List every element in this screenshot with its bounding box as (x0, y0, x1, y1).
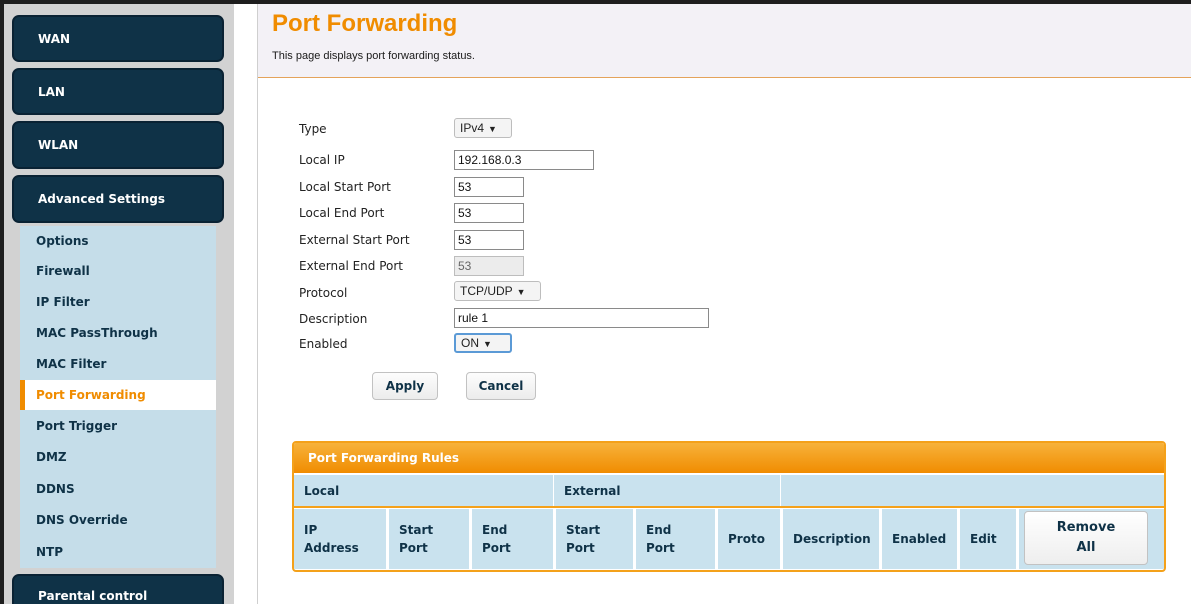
caret-down-icon: ▼ (488, 124, 497, 134)
column-enabled: Enabled (882, 509, 957, 569)
column-local-start-port: Start Port (389, 509, 469, 569)
column-external-end-port: End Port (636, 509, 715, 569)
local-ip-input[interactable]: 192.168.0.3 (454, 150, 594, 170)
local-end-port-input[interactable]: 53 (454, 203, 524, 223)
sidebar-item-mac-filter[interactable]: MAC Filter (20, 349, 216, 379)
nav-parental-control-button[interactable]: Parental control (12, 574, 224, 604)
content-divider (257, 4, 258, 604)
local-group-header: Local (294, 475, 553, 506)
column-ip-address-line1: IP (304, 523, 318, 537)
remove-all-button[interactable]: Remove All (1024, 511, 1148, 565)
local-start-port-input[interactable]: 53 (454, 177, 524, 197)
local-end-port-label: Local End Port (299, 206, 385, 220)
nav-wan-button[interactable]: WAN (12, 15, 224, 62)
enabled-label: Enabled (299, 337, 348, 351)
apply-button[interactable]: Apply (372, 372, 438, 400)
protocol-label: Protocol (299, 286, 348, 300)
column-ext-start-line2: Port (566, 541, 595, 555)
remove-all-line1: Remove (1056, 520, 1116, 535)
column-ip-address-line2: Address (304, 541, 359, 555)
column-local-end-line2: Port (482, 541, 511, 555)
sidebar-item-ntp[interactable]: NTP (20, 537, 216, 567)
column-local-start-line1: Start (399, 523, 434, 537)
advanced-settings-submenu: Options Firewall IP Filter MAC PassThrou… (20, 226, 216, 568)
page-description: This page displays port forwarding statu… (272, 50, 475, 62)
column-external-start-port: Start Port (556, 509, 633, 569)
type-value: IPv4 (460, 121, 485, 135)
column-ip-address: IP Address (294, 509, 386, 569)
external-start-port-label: External Start Port (299, 233, 410, 247)
sidebar-item-dmz[interactable]: DMZ (20, 442, 216, 472)
column-description: Description (783, 509, 879, 569)
other-group-header (781, 475, 1164, 506)
external-group-header: External (554, 475, 780, 506)
type-select[interactable]: IPv4 ▼ (454, 118, 512, 138)
cancel-button[interactable]: Cancel (466, 372, 536, 400)
sidebar-item-firewall[interactable]: Firewall (20, 256, 216, 286)
column-local-end-port: End Port (472, 509, 553, 569)
nav-lan-button[interactable]: LAN (12, 68, 224, 115)
port-forwarding-rules-table: Port Forwarding Rules Local External IP A… (292, 441, 1166, 572)
local-start-port-label: Local Start Port (299, 180, 391, 194)
description-label: Description (299, 312, 368, 326)
remove-all-line2: All (1076, 540, 1096, 555)
sidebar-item-mac-passthrough[interactable]: MAC PassThrough (20, 318, 216, 348)
sidebar: WAN LAN WLAN Advanced Settings Options F… (4, 4, 234, 604)
column-ext-end-line1: End (646, 523, 672, 537)
nav-advanced-settings-button[interactable]: Advanced Settings (12, 175, 224, 223)
caret-down-icon: ▼ (483, 339, 492, 349)
column-local-start-line2: Port (399, 541, 428, 555)
header-divider (258, 77, 1191, 78)
external-end-port-input: 53 (454, 256, 524, 276)
column-proto: Proto (718, 509, 780, 569)
column-ext-start-line1: Start (566, 523, 601, 537)
nav-wlan-button[interactable]: WLAN (12, 121, 224, 169)
external-end-port-label: External End Port (299, 259, 404, 273)
rules-table-title: Port Forwarding Rules (294, 443, 1164, 473)
sidebar-item-ddns[interactable]: DDNS (20, 474, 216, 504)
sidebar-item-ip-filter[interactable]: IP Filter (20, 287, 216, 317)
page-header: Port Forwarding This page displays port … (258, 4, 1191, 77)
protocol-value: TCP/UDP (460, 284, 513, 298)
column-ext-end-line2: Port (646, 541, 675, 555)
page-title: Port Forwarding (272, 10, 458, 37)
sidebar-item-dns-override[interactable]: DNS Override (20, 505, 216, 535)
protocol-select[interactable]: TCP/UDP ▼ (454, 281, 541, 301)
enabled-select[interactable]: ON ▼ (454, 333, 512, 353)
description-input[interactable]: rule 1 (454, 308, 709, 328)
enabled-value: ON (461, 336, 479, 350)
sidebar-item-port-trigger[interactable]: Port Trigger (20, 411, 216, 441)
external-start-port-input[interactable]: 53 (454, 230, 524, 250)
caret-down-icon: ▼ (516, 287, 526, 297)
sidebar-item-options[interactable]: Options (20, 226, 216, 256)
local-ip-label: Local IP (299, 153, 345, 167)
type-label: Type (299, 122, 327, 136)
header-row-divider (294, 506, 1164, 508)
sidebar-item-port-forwarding[interactable]: Port Forwarding (20, 380, 216, 410)
column-edit: Edit (960, 509, 1016, 569)
column-local-end-line1: End (482, 523, 508, 537)
